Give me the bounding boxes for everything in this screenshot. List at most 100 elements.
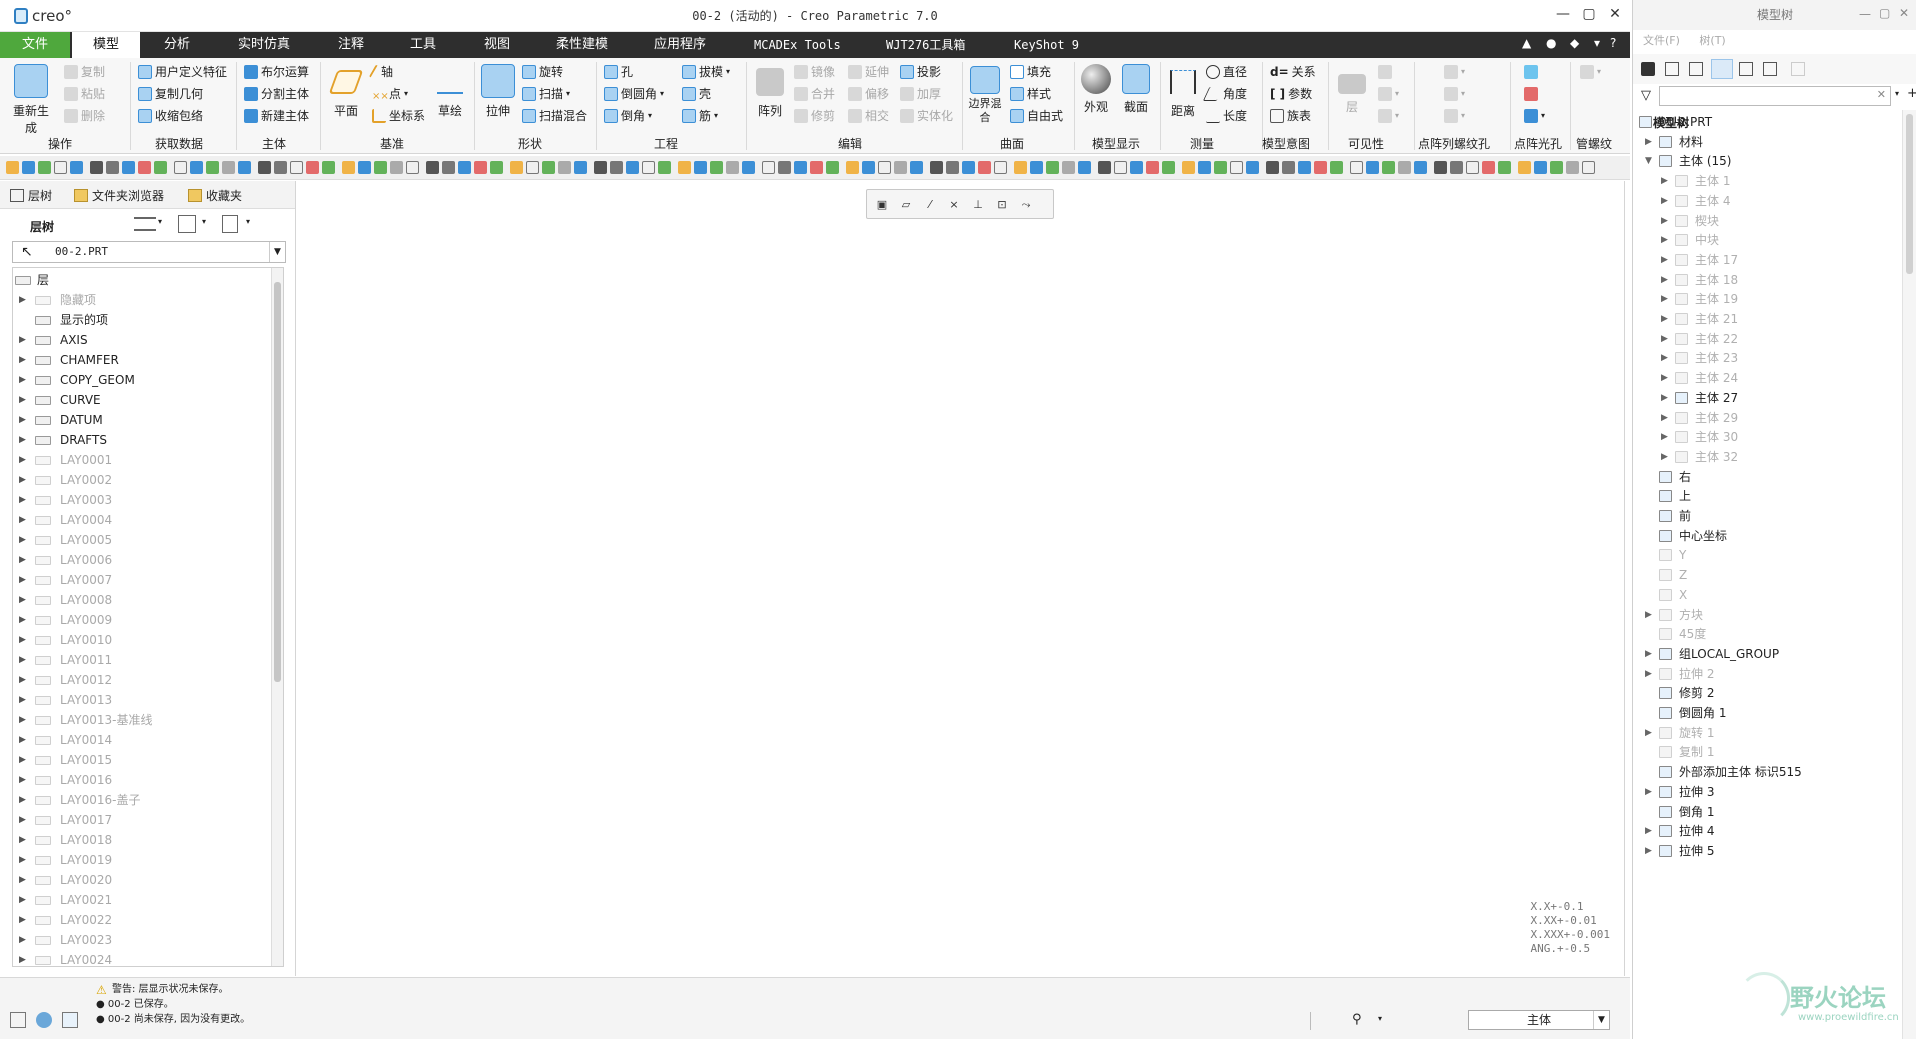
draft-button[interactable]: 拔模 ▾: [682, 62, 730, 82]
expand-icon[interactable]: ▶: [19, 910, 26, 930]
layer-item[interactable]: ▶ LAY0024: [13, 950, 271, 966]
merge-button[interactable]: 合并: [794, 84, 835, 104]
status-button[interactable]: ▾: [1378, 106, 1399, 126]
group-pipe-thread[interactable]: 管螺纹: [1576, 135, 1612, 152]
axis-button[interactable]: 轴: [368, 62, 393, 82]
toolbar-tool-icon[interactable]: [742, 161, 755, 174]
layer-item[interactable]: ▶ LAY0006: [13, 550, 271, 570]
toolbar-tool-icon[interactable]: [678, 161, 691, 174]
tab-layer-tree[interactable]: 层树: [10, 187, 52, 204]
layer-item[interactable]: ▶ LAY0021: [13, 890, 271, 910]
boundary-blend-button[interactable]: 边界混合: [966, 62, 1004, 124]
toolbar-tool-icon[interactable]: [106, 161, 119, 174]
toolbar-tool-icon[interactable]: [206, 161, 219, 174]
style-button[interactable]: 样式: [1010, 84, 1051, 104]
toolbar-tool-icon[interactable]: [962, 161, 975, 174]
plain-hole-tool-3[interactable]: ▾: [1524, 106, 1545, 126]
toolbar-tool-icon[interactable]: [258, 161, 271, 174]
expand-icon[interactable]: ▶: [19, 530, 26, 550]
tab-tools[interactable]: 工具: [396, 32, 450, 58]
expand-icon[interactable]: ▶: [19, 430, 26, 450]
maximize-icon[interactable]: ▢: [1578, 6, 1600, 22]
toolbar-tool-icon[interactable]: [794, 161, 807, 174]
toolbar-tool-icon[interactable]: [1466, 161, 1479, 174]
toolbar-tool-icon[interactable]: [826, 161, 839, 174]
tab-applications[interactable]: 应用程序: [640, 32, 720, 58]
expand-icon[interactable]: ▶: [19, 570, 26, 590]
expand-all-icon[interactable]: [1739, 62, 1753, 76]
toolbar-tool-icon[interactable]: [1434, 161, 1447, 174]
toolbar-tool-icon[interactable]: [238, 161, 251, 174]
toolbar-tool-icon[interactable]: [710, 161, 723, 174]
toolbar-tool-icon[interactable]: [878, 161, 891, 174]
group-get-data[interactable]: 获取数据: [155, 135, 203, 152]
scrollbar-thumb[interactable]: [274, 282, 281, 682]
toolbar-tool-icon[interactable]: [426, 161, 439, 174]
notification-icon[interactable]: ●: [1546, 36, 1556, 50]
tab-keyshot[interactable]: KeyShot 9: [1000, 32, 1093, 58]
model-tree-item[interactable]: ▶ 拉伸 5: [1633, 839, 1901, 863]
toolbar-tool-icon[interactable]: [1498, 161, 1511, 174]
csys-button[interactable]: 坐标系: [372, 106, 425, 126]
toolbar-tool-icon[interactable]: [1246, 161, 1259, 174]
settings-icon[interactable]: ◆: [1570, 36, 1579, 50]
layer-item[interactable]: ▶ LAY0022: [13, 910, 271, 930]
expand-icon[interactable]: ▶: [19, 610, 26, 630]
trim-button[interactable]: 修剪: [794, 106, 835, 126]
toolbar-tool-icon[interactable]: [930, 161, 943, 174]
expand-icon[interactable]: ▶: [19, 450, 26, 470]
tab-flexible-modeling[interactable]: 柔性建模: [542, 32, 622, 58]
add-icon[interactable]: +: [1907, 86, 1916, 101]
project-button[interactable]: 投影: [900, 62, 941, 82]
toolbar-tool-icon[interactable]: [1198, 161, 1211, 174]
expand-icon[interactable]: ▶: [19, 290, 26, 310]
length-button[interactable]: 长度: [1206, 106, 1247, 126]
toolbar-tool-icon[interactable]: [1298, 161, 1311, 174]
toolbar-tool-icon[interactable]: [726, 161, 739, 174]
group-visibility[interactable]: 可见性: [1348, 135, 1384, 152]
layer-item[interactable]: ▶ CHAMFER: [13, 350, 271, 370]
thread-hole-tool-2[interactable]: ▾: [1444, 84, 1465, 104]
tab-model[interactable]: 模型: [72, 32, 140, 58]
toolbar-tool-icon[interactable]: [694, 161, 707, 174]
solidify-button[interactable]: 实体化: [900, 106, 953, 126]
toolbar-tool-icon[interactable]: [610, 161, 623, 174]
toolbar-tool-icon[interactable]: [342, 161, 355, 174]
model-tree-search[interactable]: ✕: [1659, 86, 1891, 106]
offset-button[interactable]: 偏移: [848, 84, 889, 104]
expand-icon[interactable]: ▶: [19, 710, 26, 730]
collapse-ribbon-icon[interactable]: ▲: [1522, 36, 1531, 50]
toolbar-tool-icon[interactable]: [1114, 161, 1127, 174]
toolbar-tool-icon[interactable]: [1550, 161, 1563, 174]
toolbar-tool-icon[interactable]: [54, 161, 67, 174]
menu-tree[interactable]: 树(T): [1699, 34, 1725, 47]
dropdown-icon[interactable]: ▾: [1594, 36, 1600, 50]
toolbar-tool-icon[interactable]: [846, 161, 859, 174]
group-engineering[interactable]: 工程: [654, 135, 678, 152]
extrude-button[interactable]: 拉伸: [478, 62, 518, 119]
layer-item[interactable]: ▶ LAY0020: [13, 870, 271, 890]
swept-blend-button[interactable]: 扫描混合: [522, 106, 587, 126]
plain-hole-tool-1[interactable]: [1524, 62, 1538, 82]
toolbar-tool-icon[interactable]: [1282, 161, 1295, 174]
toolbar-tool-icon[interactable]: [1146, 161, 1159, 174]
toolbar-tool-icon[interactable]: [1214, 161, 1227, 174]
tree-columns-icon[interactable]: [1689, 62, 1703, 76]
layer-item[interactable]: ▶ LAY0015: [13, 750, 271, 770]
toolbar-tool-icon[interactable]: [894, 161, 907, 174]
chevron-down-icon[interactable]: ▾: [1895, 89, 1899, 98]
toolbar-tool-icon[interactable]: [1414, 161, 1427, 174]
toolbar-tool-icon[interactable]: [306, 161, 319, 174]
toolbar-tool-icon[interactable]: [442, 161, 455, 174]
toolbar-tool-icon[interactable]: [1098, 161, 1111, 174]
toolbar-tool-icon[interactable]: [1518, 161, 1531, 174]
active-part-selector[interactable]: ↖ 00-2.PRT ▼: [12, 241, 286, 263]
tab-wjt276-toolbox[interactable]: WJT276工具箱: [872, 32, 979, 58]
maximize-icon[interactable]: ▢: [1879, 6, 1890, 20]
tree-view-icon[interactable]: [1711, 59, 1733, 79]
chamfer-button[interactable]: 倒角 ▾: [604, 106, 652, 126]
toolbar-tool-icon[interactable]: [358, 161, 371, 174]
toolbar-tool-icon[interactable]: [290, 161, 303, 174]
thread-hole-tool-3[interactable]: ▾: [1444, 106, 1465, 126]
find-icon[interactable]: ⚲: [1352, 1012, 1362, 1027]
